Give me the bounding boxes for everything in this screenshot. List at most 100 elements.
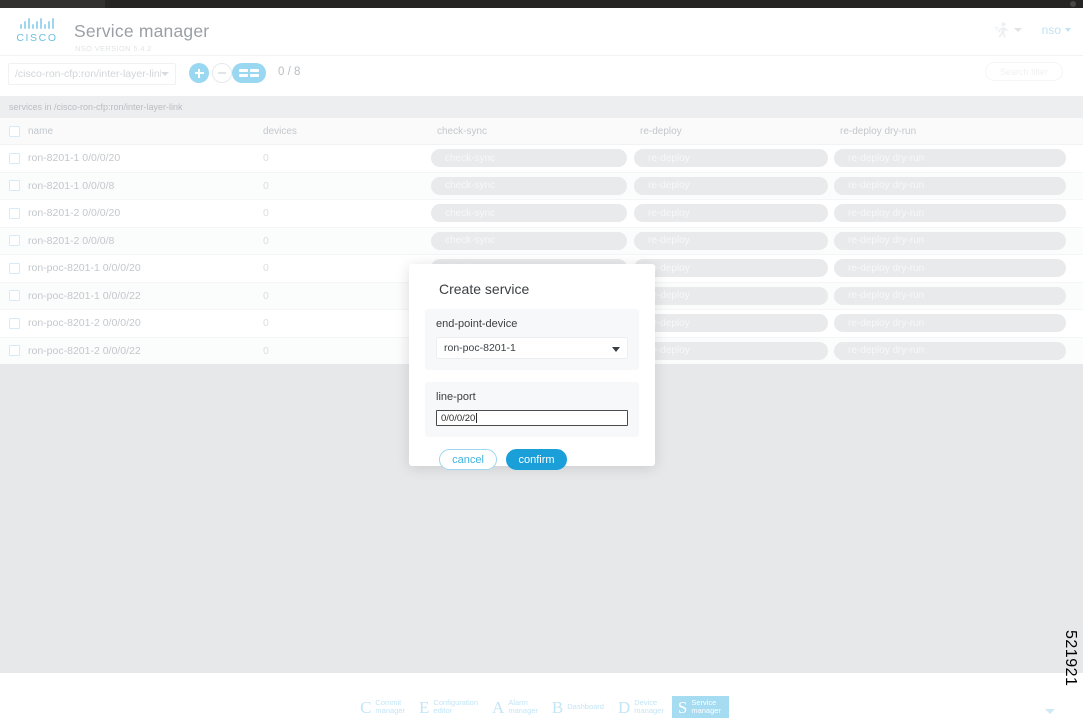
re-deploy-button[interactable]: re-deploy bbox=[634, 286, 828, 305]
re-deploy-dry-run-button[interactable]: re-deploy dry-run bbox=[834, 314, 1066, 333]
re-deploy-dry-run-button[interactable]: re-deploy dry-run bbox=[834, 204, 1066, 223]
plus-icon-vertical bbox=[198, 68, 200, 78]
row-checkbox[interactable] bbox=[8, 262, 20, 274]
column-toggle-button[interactable] bbox=[232, 63, 266, 83]
nav-letter-icon: B bbox=[551, 697, 564, 717]
row-select-cell[interactable] bbox=[0, 317, 28, 329]
cell-devices: 0 bbox=[263, 207, 269, 220]
user-menu[interactable]: nso bbox=[1042, 23, 1071, 37]
dialog-title: Create service bbox=[439, 281, 530, 297]
add-service-button[interactable] bbox=[189, 63, 209, 83]
grid-icon bbox=[250, 69, 259, 77]
confirm-button[interactable]: confirm bbox=[506, 449, 567, 470]
select-all-checkbox[interactable] bbox=[8, 125, 20, 137]
delete-service-button[interactable] bbox=[212, 63, 232, 83]
re-deploy-button[interactable]: re-deploy bbox=[634, 149, 828, 168]
row-checkbox[interactable] bbox=[8, 345, 20, 357]
bottom-nav-item-commit[interactable]: C Commit manager bbox=[354, 696, 413, 718]
row-checkbox[interactable] bbox=[8, 207, 20, 219]
cell-re-deploy-dry-run: re-deploy dry-run bbox=[834, 176, 1074, 195]
nav-label-line2: manager bbox=[375, 706, 406, 715]
table-row[interactable]: ron-8201-1 0/0/0/20 0 check-sync re-deploy r… bbox=[0, 145, 1083, 173]
end-point-device-label: end-point-device bbox=[436, 318, 518, 330]
cancel-button[interactable]: cancel bbox=[439, 449, 497, 470]
search-input[interactable]: Search filter bbox=[985, 62, 1063, 81]
re-deploy-button[interactable]: re-deploy bbox=[634, 176, 828, 195]
table-context-bar: services in /cisco-ron-cfp:ron/inter-lay… bbox=[0, 96, 1083, 118]
row-select-cell[interactable] bbox=[0, 290, 28, 302]
column-header-re-deploy[interactable]: re-deploy bbox=[634, 126, 834, 137]
end-point-device-select[interactable]: ron-poc-8201-1 bbox=[436, 337, 628, 359]
page-title: Service manager bbox=[74, 21, 210, 41]
check-sync-button[interactable]: check-sync bbox=[431, 149, 627, 168]
table-row[interactable]: ron-8201-2 0/0/0/8 0 check-sync re-deploy re… bbox=[0, 227, 1083, 255]
re-deploy-dry-run-button[interactable]: re-deploy dry-run bbox=[834, 231, 1066, 250]
bottom-nav-item-device[interactable]: D Device manager bbox=[612, 696, 672, 718]
nav-label: Alarm manager bbox=[508, 698, 538, 716]
re-deploy-dry-run-button[interactable]: re-deploy dry-run bbox=[834, 259, 1066, 278]
column-header-devices[interactable]: devices bbox=[263, 126, 431, 137]
table-row[interactable]: ron-8201-2 0/0/0/20 0 check-sync re-deploy r… bbox=[0, 200, 1083, 228]
cell-re-deploy: re-deploy bbox=[634, 314, 834, 333]
row-select-cell[interactable] bbox=[0, 152, 28, 164]
bottom-nav-item-alarm[interactable]: A Alarm manager bbox=[486, 696, 546, 718]
row-checkbox[interactable] bbox=[8, 235, 20, 247]
app-version-label: NSO VERSION 5.4.2 bbox=[75, 44, 152, 53]
header-right-controls: nso bbox=[994, 22, 1071, 38]
cell-devices: 0 bbox=[263, 289, 269, 302]
column-header-re-deploy-dry-run[interactable]: re-deploy dry-run bbox=[834, 126, 1074, 137]
re-deploy-dry-run-button[interactable]: re-deploy dry-run bbox=[834, 341, 1066, 360]
re-deploy-button[interactable]: re-deploy bbox=[634, 231, 828, 250]
re-deploy-dry-run-button[interactable]: re-deploy dry-run bbox=[834, 149, 1066, 168]
check-sync-button[interactable]: check-sync bbox=[431, 176, 627, 195]
re-deploy-button[interactable]: re-deploy bbox=[634, 259, 828, 278]
service-path-value: /cisco-ron-cfp:ron/inter-layer-link bbox=[15, 68, 161, 80]
bottom-nav-item-dashboard[interactable]: B Dashboard bbox=[546, 696, 612, 718]
row-select-cell[interactable] bbox=[0, 345, 28, 357]
service-path-select[interactable]: /cisco-ron-cfp:ron/inter-layer-link bbox=[8, 63, 176, 85]
cell-check-sync: check-sync bbox=[431, 231, 634, 250]
table-context-label: services in /cisco-ron-cfp:ron/inter-lay… bbox=[9, 102, 183, 112]
chevron-down-icon[interactable] bbox=[1045, 709, 1055, 714]
table-row[interactable]: ron-8201-1 0/0/0/8 0 check-sync re-deploy re… bbox=[0, 172, 1083, 200]
line-port-input[interactable]: 0/0/0/20 bbox=[436, 410, 628, 426]
cisco-bars-icon bbox=[14, 18, 60, 29]
figure-number: 521921 bbox=[1062, 629, 1079, 686]
cell-check-sync: check-sync bbox=[431, 176, 634, 195]
runner-icon bbox=[994, 22, 1008, 38]
select-all-cell[interactable] bbox=[0, 125, 28, 137]
minus-icon bbox=[218, 72, 226, 74]
commit-queue-menu[interactable] bbox=[994, 22, 1022, 38]
cell-name: ron-poc-8201-2 0/0/0/20 bbox=[28, 317, 141, 330]
re-deploy-button[interactable]: re-deploy bbox=[634, 341, 828, 360]
row-checkbox[interactable] bbox=[8, 317, 20, 329]
cell-re-deploy-dry-run: re-deploy dry-run bbox=[834, 259, 1074, 278]
row-select-cell[interactable] bbox=[0, 262, 28, 274]
row-checkbox[interactable] bbox=[8, 152, 20, 164]
cell-devices: 0 bbox=[263, 344, 269, 357]
chrome-dot-icon bbox=[1070, 1, 1076, 7]
row-checkbox[interactable] bbox=[8, 290, 20, 302]
bottom-nav-item-configuration[interactable]: E Configuration editor bbox=[413, 696, 486, 718]
app-header: CISCO Service manager NSO VERSION 5.4.2 … bbox=[0, 8, 1083, 56]
nav-label-line2: manager bbox=[508, 706, 538, 715]
cell-name: ron-8201-2 0/0/0/20 bbox=[28, 207, 121, 220]
nav-label: Dashboard bbox=[567, 702, 604, 712]
re-deploy-dry-run-button[interactable]: re-deploy dry-run bbox=[834, 176, 1066, 195]
row-select-cell[interactable] bbox=[0, 207, 28, 219]
row-select-cell[interactable] bbox=[0, 235, 28, 247]
cell-re-deploy: re-deploy bbox=[634, 286, 834, 305]
re-deploy-button[interactable]: re-deploy bbox=[634, 314, 828, 333]
re-deploy-button[interactable]: re-deploy bbox=[634, 204, 828, 223]
cell-name: ron-8201-2 0/0/0/8 bbox=[28, 234, 115, 247]
bottom-nav-item-service[interactable]: S Service manager bbox=[671, 696, 729, 718]
row-select-cell[interactable] bbox=[0, 180, 28, 192]
row-checkbox[interactable] bbox=[8, 180, 20, 192]
column-header-name[interactable]: name bbox=[28, 126, 263, 137]
re-deploy-dry-run-button[interactable]: re-deploy dry-run bbox=[834, 286, 1066, 305]
column-header-check-sync[interactable]: check-sync bbox=[431, 126, 634, 137]
check-sync-button[interactable]: check-sync bbox=[431, 204, 627, 223]
check-sync-button[interactable]: check-sync bbox=[431, 231, 627, 250]
cell-devices: 0 bbox=[263, 152, 269, 165]
cell-re-deploy: re-deploy bbox=[634, 259, 834, 278]
